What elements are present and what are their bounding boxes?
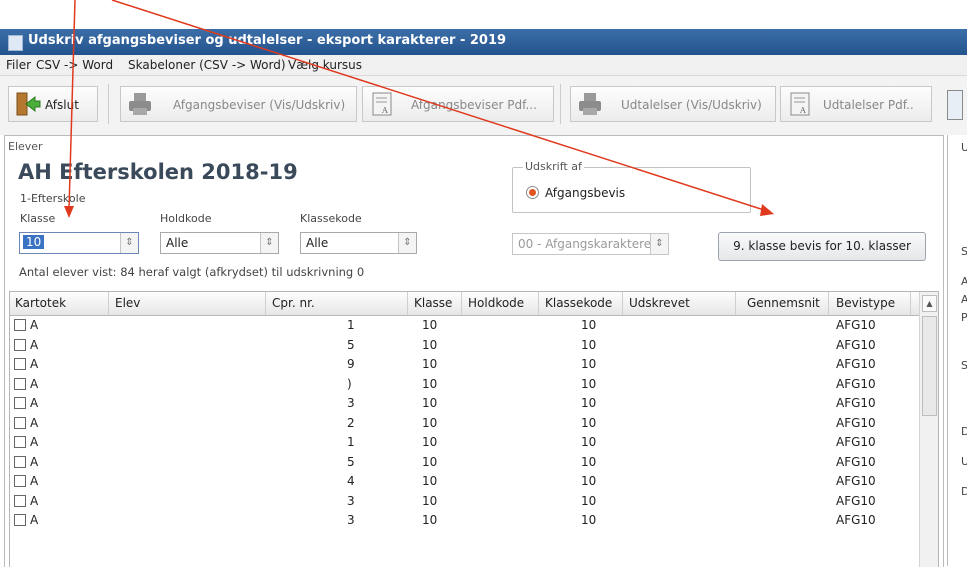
annotation-arrows	[64, 0, 774, 218]
annotation-arrow-line	[111, 0, 765, 211]
annotation-arrow-line	[68, 0, 76, 210]
annotation-arrowhead	[64, 206, 74, 218]
annotation-arrowhead	[760, 204, 774, 216]
